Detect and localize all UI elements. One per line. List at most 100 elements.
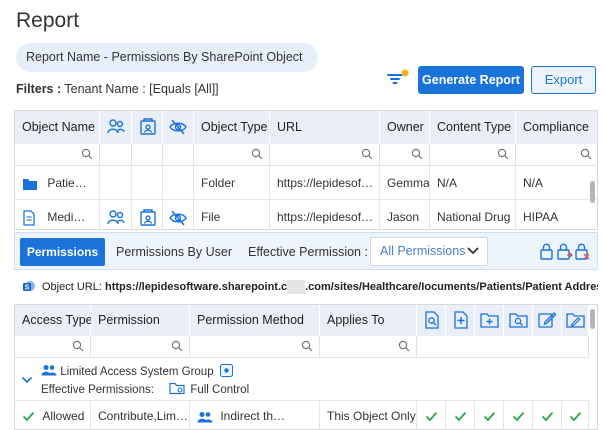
filter-cell-object-type[interactable] <box>194 144 270 166</box>
table-row-permission-method: Indirect th… <box>190 401 320 429</box>
users-icon <box>41 365 57 376</box>
browse-folder-icon <box>509 313 528 328</box>
search-icon <box>81 148 93 160</box>
folder-outline-icon <box>169 382 185 395</box>
filter-cell-permission-method[interactable] <box>190 336 320 358</box>
table-row-edit-item <box>533 401 562 429</box>
lock-remove-icon[interactable] <box>575 243 590 260</box>
table-row-edit-folder <box>562 401 589 429</box>
eye-slash-icon <box>169 210 187 226</box>
page-title: Report <box>16 9 80 32</box>
lock-arrow-icon[interactable] <box>557 243 573 260</box>
column-header-access-type[interactable]: Access Type <box>15 305 93 336</box>
tab-permissions[interactable]: Permissions <box>20 238 105 266</box>
column-header-permission[interactable]: Permission <box>91 305 190 336</box>
column-header-object-type[interactable]: Object Type <box>194 111 270 144</box>
effective-permission-label: Effective Permission : <box>248 245 368 259</box>
table-row-object-name[interactable]: Medi… <box>15 200 100 229</box>
folder-icon <box>23 178 37 190</box>
table-row-compliance: HIPAA <box>516 200 597 229</box>
table-row-browse-folder <box>504 401 533 429</box>
table-row-object-type: Folder <box>194 166 270 200</box>
shared-folder-icon <box>140 209 156 226</box>
column-header-users[interactable] <box>100 111 132 144</box>
table-row-url[interactable]: https://lepidesof… <box>270 200 380 229</box>
report-name-pill: Report Name - Permissions By SharePoint … <box>16 43 318 72</box>
table-row-hidden[interactable] <box>163 200 194 229</box>
lock-actions <box>539 242 591 265</box>
lock-icon[interactable] <box>540 243 553 260</box>
effective-permission-dropdown[interactable]: All Permissions <box>370 237 488 266</box>
column-header-applies-to[interactable]: Applies To <box>320 305 417 336</box>
table-row-users[interactable] <box>100 200 132 229</box>
column-header-view-item[interactable] <box>417 305 446 336</box>
view-item-icon <box>425 311 439 329</box>
filter-cell-access-type[interactable] <box>15 336 91 358</box>
column-header-object-name[interactable]: Object Name <box>15 111 100 144</box>
filter-cell-permission[interactable] <box>91 336 190 358</box>
table-row-users <box>100 166 132 200</box>
table-row-object-name[interactable]: Patie… <box>15 166 100 200</box>
column-header-add-folder[interactable] <box>475 305 504 336</box>
eye-slash-icon <box>169 119 187 135</box>
chevron-down-icon[interactable] <box>21 376 33 384</box>
filter-cell-owner[interactable] <box>380 144 430 166</box>
sharepoint-icon: S <box>23 281 35 292</box>
column-header-permission-method[interactable]: Permission Method <box>190 305 320 336</box>
table-row-shared[interactable] <box>132 200 163 229</box>
generate-report-button[interactable]: Generate Report <box>418 66 524 94</box>
filter-icon[interactable] <box>385 66 411 92</box>
table-row-add-item <box>446 401 475 429</box>
grid-scrollbar[interactable] <box>590 181 595 203</box>
table-row-add-folder <box>475 401 504 429</box>
svg-text:S: S <box>25 285 30 292</box>
filter-cell-object-name[interactable] <box>15 144 100 166</box>
edit-folder-icon <box>566 313 585 328</box>
filters-value: Tenant Name : [Equals [All]] <box>64 82 219 96</box>
add-folder-icon <box>480 313 499 328</box>
column-header-url[interactable]: URL <box>270 111 380 144</box>
filter-cell-url[interactable] <box>270 144 380 166</box>
group-title: Limited Access System Group <box>41 364 233 378</box>
filter-cell-compliance[interactable] <box>516 144 597 166</box>
filter-cell-hidden <box>163 144 194 166</box>
check-icon <box>512 412 524 422</box>
table-row-compliance: N/A <box>516 166 597 200</box>
redaction-mask <box>287 280 306 295</box>
object-url-label: Object URL: <box>42 281 102 293</box>
table-row-object-type: File <box>194 200 270 229</box>
column-header-edit-folder[interactable] <box>562 305 589 336</box>
export-button[interactable]: Export <box>531 66 596 94</box>
table-row-owner: Jason <box>380 200 430 229</box>
group-effective-value: Full Control <box>190 384 250 396</box>
tab-permissions-by-user[interactable]: Permissions By User <box>116 238 232 266</box>
search-icon <box>361 148 373 160</box>
search-icon <box>580 148 592 160</box>
group-effective-label: Effective Permissions: <box>41 384 154 396</box>
column-header-add-item[interactable] <box>446 305 475 336</box>
check-icon <box>425 412 437 422</box>
permissions-tabbar: Permissions Permissions By User Effectiv… <box>14 232 598 270</box>
object-url-start: https://lepidesoftware.sharepoint.c <box>104 281 288 293</box>
check-icon <box>541 412 553 422</box>
settings-badge-icon[interactable] <box>219 364 233 377</box>
table-row-url[interactable]: https://lepidesof… <box>270 166 380 200</box>
filter-cell-applies-to[interactable] <box>320 336 417 358</box>
table-row-view-item <box>417 401 446 429</box>
column-header-content-type[interactable]: Content Type <box>430 111 516 144</box>
filters-summary: Filters : Tenant Name : [Equals [All]] <box>16 82 219 96</box>
column-header-edit-item[interactable] <box>533 305 562 336</box>
column-header-browse-folder[interactable] <box>504 305 533 336</box>
permission-group-row[interactable]: Limited Access System Group Effective Pe… <box>15 358 589 401</box>
permissions-scrollbar[interactable] <box>590 309 595 329</box>
column-header-owner[interactable]: Owner <box>380 111 430 144</box>
table-row-content-type: National Drug <box>430 200 516 229</box>
chevron-down-icon <box>467 247 479 255</box>
table-row-hidden <box>163 166 194 200</box>
column-header-compliance[interactable]: Compliance <box>516 111 597 144</box>
table-row-shared <box>132 166 163 200</box>
table-row-owner: Gemma <box>380 166 430 200</box>
column-header-shared[interactable] <box>132 111 163 144</box>
column-header-hidden[interactable] <box>163 111 194 144</box>
filter-cell-content-type[interactable] <box>430 144 516 166</box>
